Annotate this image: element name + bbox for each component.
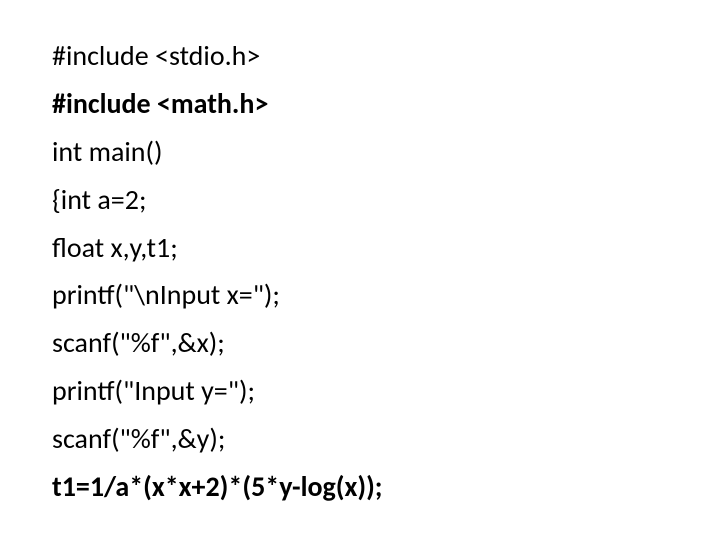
code-line: #include <stdio.h> bbox=[52, 32, 720, 80]
code-line: scanf("%f",&x); bbox=[52, 319, 720, 367]
code-line: printf("Input y="); bbox=[52, 367, 720, 415]
code-line: {int a=2; bbox=[52, 176, 720, 224]
code-line: scanf("%f",&y); bbox=[52, 415, 720, 463]
code-line: t1=1/a*(x*x+2)*(5*y-log(x)); bbox=[52, 463, 720, 511]
code-slide: #include <stdio.h> #include <math.h> int… bbox=[0, 0, 720, 540]
code-line: int main() bbox=[52, 128, 720, 176]
code-line: float x,y,t1; bbox=[52, 224, 720, 272]
code-line: printf("\nInput x="); bbox=[52, 271, 720, 319]
code-line: #include <math.h> bbox=[52, 80, 720, 128]
